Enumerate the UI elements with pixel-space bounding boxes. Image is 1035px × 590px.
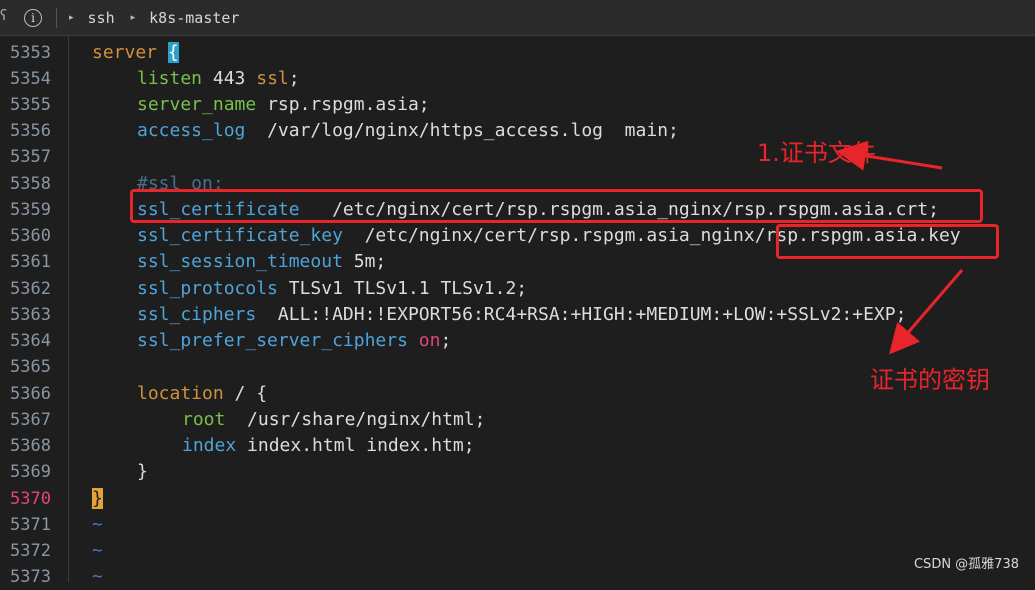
arrow-to-key-box — [889, 269, 964, 355]
watermark: CSDN @孤雅738 — [913, 557, 1019, 572]
arrow-to-cert-label — [836, 140, 943, 171]
annotation-arrows — [836, 140, 964, 355]
